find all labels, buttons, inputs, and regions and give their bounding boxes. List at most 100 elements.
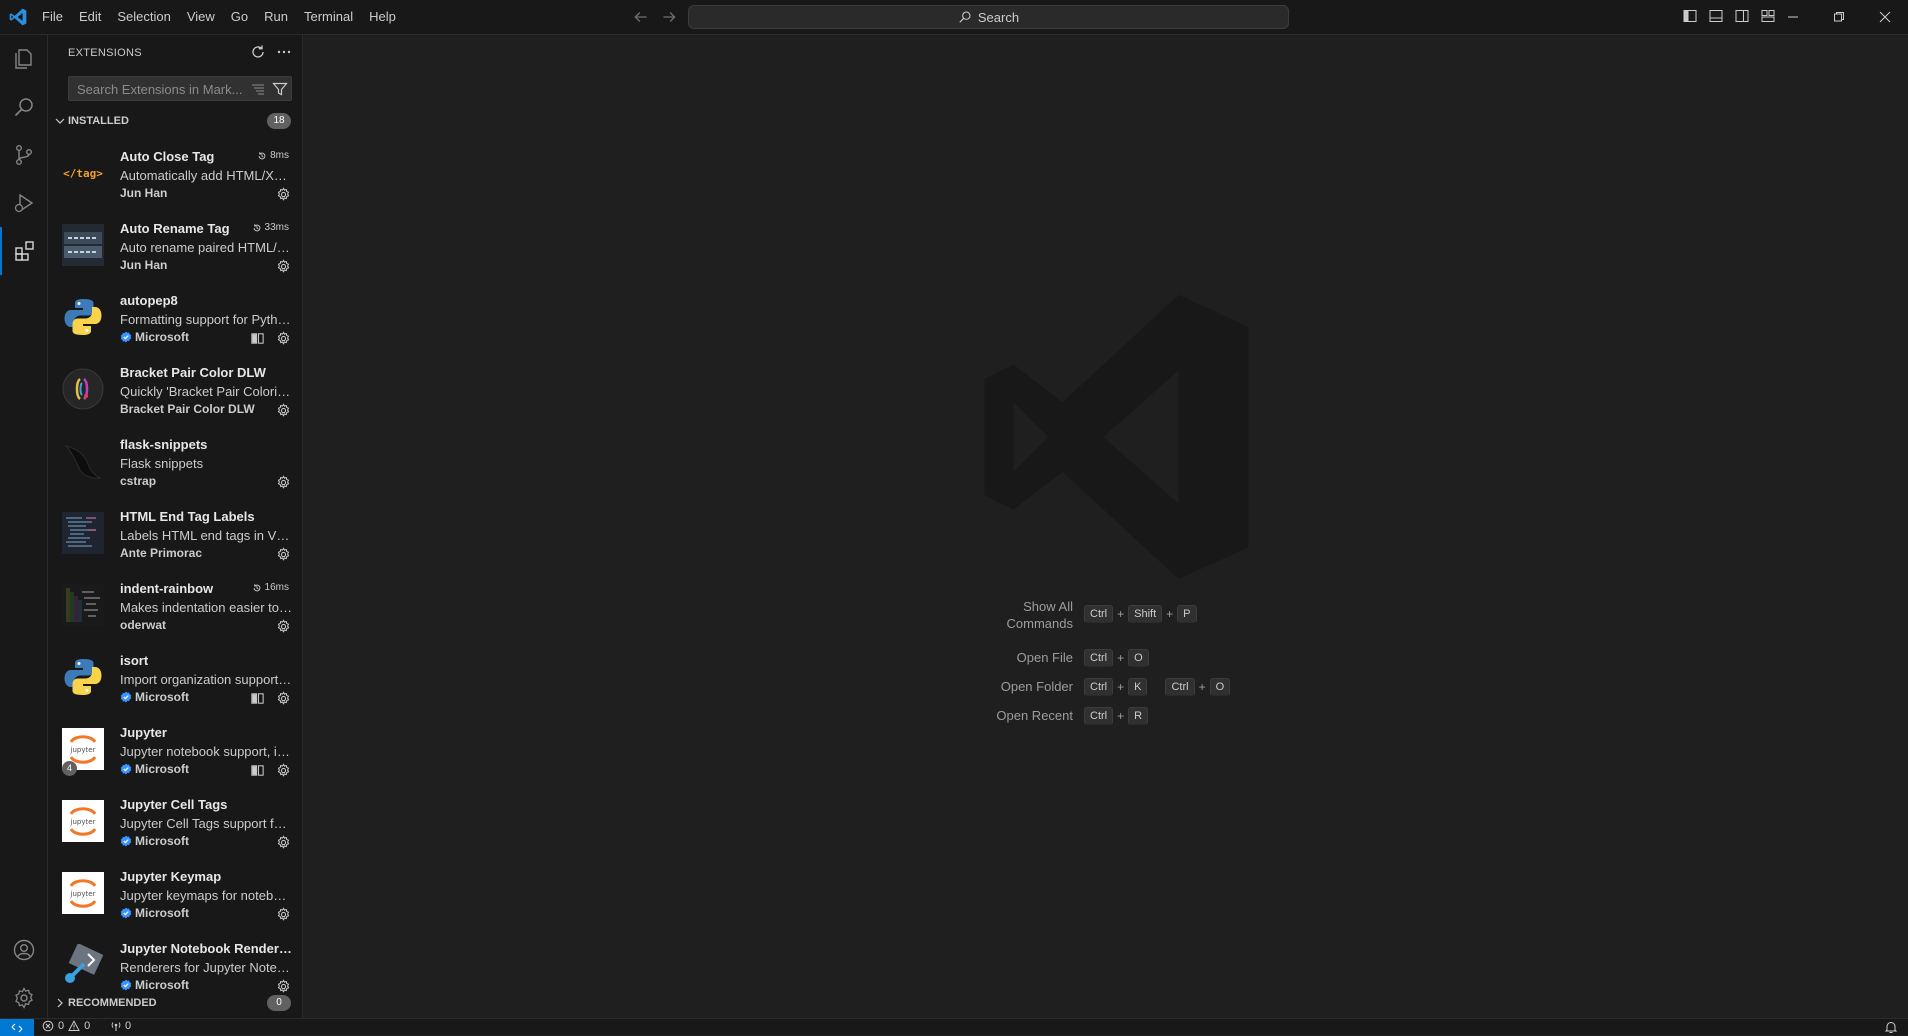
extension-item[interactable]: jupyter Jupyter Cell Tags Jupyter Cell Tag… — [48, 790, 302, 862]
ports-indicator[interactable]: 0 — [110, 1020, 131, 1032]
menu-terminal[interactable]: Terminal — [296, 0, 361, 34]
menu-bar: File Edit Selection View Go Run Terminal Help — [34, 0, 404, 34]
manage-extension-gear-icon[interactable] — [276, 835, 291, 850]
notifications-bell-icon[interactable] — [1884, 1020, 1898, 1034]
extension-item[interactable]: flask-snippets Flask snippets cstrap — [48, 430, 302, 502]
minimize-icon[interactable] — [1770, 0, 1816, 34]
warning-count: 0 — [84, 1020, 91, 1032]
broadcast-icon — [110, 1020, 122, 1032]
command-center-search[interactable]: Search — [688, 5, 1289, 29]
source-control-icon[interactable] — [0, 131, 48, 179]
shortcut-row[interactable]: Open Folder Ctrl + K Ctrl + O — [863, 675, 1383, 699]
activation-time: 16ms — [252, 582, 289, 593]
back-arrow-icon[interactable] — [632, 8, 650, 26]
shortcut-row[interactable]: Open File Ctrl + O — [863, 646, 1383, 670]
keycap: K — [1128, 678, 1148, 696]
extension-description: Import organization support for Python — [120, 672, 292, 687]
restore-icon[interactable] — [1816, 0, 1862, 34]
error-count: 0 — [58, 1020, 65, 1032]
extension-item[interactable]: </tag> Auto Close Tag 8ms Automatically add… — [48, 142, 302, 214]
chevron-right-icon — [52, 995, 68, 1011]
extensions-icon[interactable] — [0, 227, 48, 275]
sync-ignored-icon[interactable] — [250, 691, 265, 706]
extension-description: Jupyter Cell Tags support for VS Code — [120, 816, 292, 831]
recommended-section-header[interactable]: RECOMMENDED 0 — [48, 992, 302, 1014]
keycap: P — [1177, 605, 1197, 623]
extension-publisher: Microsoft — [120, 330, 189, 344]
menu-edit[interactable]: Edit — [71, 0, 109, 34]
shortcut-label: Open Recent — [996, 708, 1073, 723]
manage-extension-gear-icon[interactable] — [276, 187, 291, 202]
extension-publisher: Microsoft — [120, 906, 189, 920]
clear-filter-icon[interactable] — [250, 81, 266, 97]
extension-item[interactable]: jupyter Jupyter Keymap Jupyter keymaps for… — [48, 862, 302, 934]
activation-time: 33ms — [252, 222, 289, 233]
menu-go[interactable]: Go — [223, 0, 256, 34]
keycap: Ctrl — [1165, 678, 1195, 696]
installed-section-header[interactable]: INSTALLED 18 — [48, 110, 302, 132]
extension-description: Renderers for Jupyter Notebooks — [120, 960, 292, 975]
accounts-icon[interactable] — [0, 926, 48, 974]
extension-search-input[interactable] — [75, 77, 249, 102]
extension-item[interactable]: autopep8 Formatting support for Python fi… — [48, 286, 302, 358]
manage-extension-gear-icon[interactable] — [276, 691, 291, 706]
extension-item[interactable]: Auto Rename Tag 33ms Auto rename paired HT… — [48, 214, 302, 286]
extension-item[interactable]: indent-rainbow 16ms Makes indentation easi… — [48, 574, 302, 646]
problems-indicator[interactable]: 0 0 — [42, 1020, 90, 1032]
manage-extension-gear-icon[interactable] — [276, 763, 291, 778]
plus-sign: + — [1166, 607, 1174, 621]
menu-file[interactable]: File — [34, 0, 71, 34]
editor-area: Show All Commands Ctrl + Shift + P Open File Ct… — [303, 35, 1908, 1018]
extension-name: autopep8 — [120, 293, 178, 308]
manage-extension-gear-icon[interactable] — [276, 475, 291, 490]
shortcut-row[interactable]: Open Recent Ctrl + R — [863, 704, 1383, 728]
manage-gear-icon[interactable] — [0, 974, 48, 1022]
menu-help[interactable]: Help — [361, 0, 404, 34]
manage-extension-gear-icon[interactable] — [276, 403, 291, 418]
extension-name: indent-rainbow — [120, 581, 214, 596]
refresh-icon[interactable] — [250, 44, 266, 60]
svg-text:jupyter: jupyter — [70, 746, 96, 754]
extension-name: flask-snippets — [120, 437, 208, 452]
extension-count-badge: 4 — [62, 761, 77, 776]
extension-item[interactable]: isort Import organization support for Pyt… — [48, 646, 302, 718]
plus-sign: + — [1117, 680, 1125, 694]
toggle-primary-sidebar-icon[interactable] — [1682, 8, 1698, 24]
manage-extension-gear-icon[interactable] — [276, 547, 291, 562]
extension-publisher: cstrap — [120, 474, 156, 488]
filter-icon[interactable] — [272, 81, 288, 97]
manage-extension-gear-icon[interactable] — [276, 907, 291, 922]
explorer-icon[interactable] — [0, 35, 48, 83]
shortcut-keys: Ctrl + O — [1084, 649, 1149, 667]
toggle-secondary-sidebar-icon[interactable] — [1734, 8, 1750, 24]
publisher-name: Microsoft — [135, 330, 189, 344]
extension-publisher: Bracket Pair Color DLW — [120, 402, 255, 416]
sync-ignored-icon[interactable] — [250, 331, 265, 346]
shortcut-label: Open File — [1016, 650, 1073, 665]
plus-sign: + — [1117, 607, 1125, 621]
menu-selection[interactable]: Selection — [109, 0, 178, 34]
extension-name: Jupyter — [120, 725, 167, 740]
manage-extension-gear-icon[interactable] — [276, 331, 291, 346]
search-icon[interactable] — [0, 83, 48, 131]
run-debug-icon[interactable] — [0, 179, 48, 227]
verified-publisher-icon — [120, 907, 132, 919]
extension-publisher: Microsoft — [120, 690, 189, 704]
extension-publisher: Jun Han — [120, 258, 167, 272]
shortcut-row[interactable]: Show All Commands Ctrl + Shift + P — [863, 599, 1383, 631]
chevron-down-icon — [52, 113, 68, 129]
forward-arrow-icon[interactable] — [660, 8, 678, 26]
manage-extension-gear-icon[interactable] — [276, 259, 291, 274]
toggle-panel-icon[interactable] — [1708, 8, 1724, 24]
remote-indicator[interactable] — [0, 1019, 34, 1036]
more-actions-icon[interactable] — [276, 44, 292, 60]
close-icon[interactable] — [1862, 0, 1908, 34]
publisher-name: Ante Primorac — [120, 546, 203, 560]
extension-item[interactable]: jupyter 4 Jupyter Jupyter notebook support,… — [48, 718, 302, 790]
manage-extension-gear-icon[interactable] — [276, 619, 291, 634]
menu-run[interactable]: Run — [256, 0, 296, 34]
extension-item[interactable]: HTML End Tag Labels Labels HTML end tags … — [48, 502, 302, 574]
sync-ignored-icon[interactable] — [250, 763, 265, 778]
extension-item[interactable]: Bracket Pair Color DLW Quickly 'Bracket P… — [48, 358, 302, 430]
menu-view[interactable]: View — [179, 0, 223, 34]
